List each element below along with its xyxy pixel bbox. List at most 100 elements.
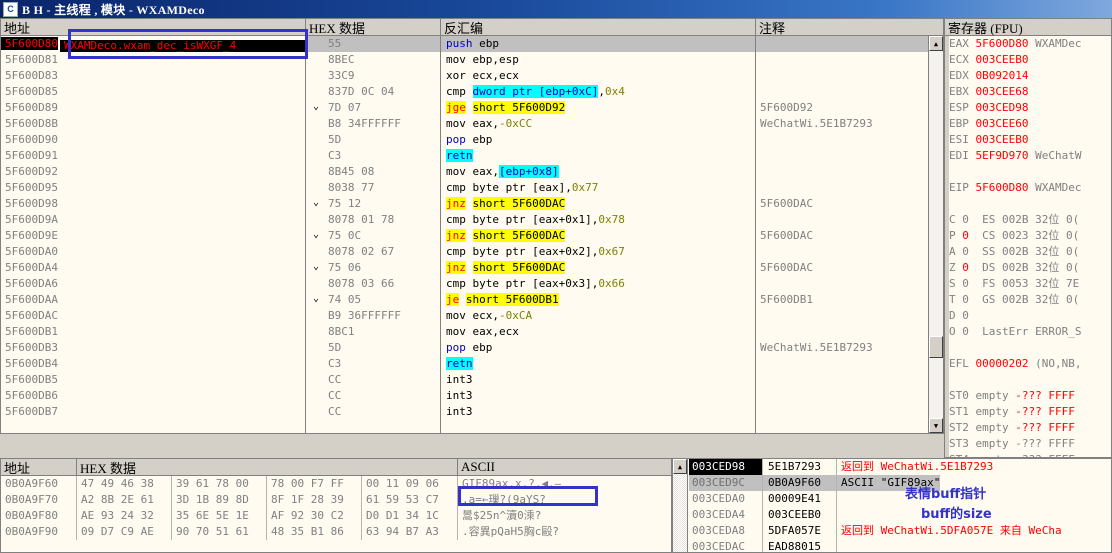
address-cell[interactable]: 5F600DB1 bbox=[1, 324, 305, 340]
flag-row-t[interactable]: T 0 GS 002B 32位 0( bbox=[949, 292, 1111, 308]
stack-scroll-up-icon[interactable]: ▲ bbox=[673, 459, 687, 474]
hex-cell[interactable]: 55 bbox=[306, 36, 440, 52]
registers-body[interactable]: EAX 5F600D80 WXAMDec ECX 003CEEB0 EDX 0B0… bbox=[945, 36, 1111, 457]
dump-row[interactable]: 0B0A9F70 A2 8B 2E 61 3D 1B 89 8D 8F 1F 28 3… bbox=[1, 492, 671, 508]
register-row-eax[interactable]: EAX 5F600D80 WXAMDec bbox=[949, 36, 1111, 52]
hex-cell[interactable]: ⌄ 7D 07 bbox=[306, 100, 440, 116]
flag-row-z[interactable]: Z 0 DS 002B 32位 0( bbox=[949, 260, 1111, 276]
hex-cell[interactable]: B9 36FFFFFF bbox=[306, 308, 440, 324]
disasm-cell[interactable]: pop ebp bbox=[441, 340, 755, 356]
stack-row[interactable]: 003CEDAC EAD88015 bbox=[689, 539, 1111, 552]
comment-cell[interactable] bbox=[756, 36, 928, 52]
register-spacer3[interactable] bbox=[949, 340, 1111, 356]
hex-column[interactable]: 55 8BEC 33C9 837D 0C 04 ⌄ 7D 07 B8 34FFFFFF 5D C… bbox=[306, 36, 440, 433]
stack-row[interactable]: 003CEDA8 5DFA057E 返回到 WeChatWi.5DFA057E 来自… bbox=[689, 523, 1111, 539]
register-row-esi[interactable]: ESI 003CEEB0 bbox=[949, 132, 1111, 148]
hex-cell[interactable]: 8B45 08 bbox=[306, 164, 440, 180]
hex-cell[interactable]: 8BC1 bbox=[306, 324, 440, 340]
scroll-up-icon[interactable]: ▲ bbox=[929, 36, 943, 51]
dump-row[interactable]: 0B0A9F60 47 49 46 38 39 61 78 00 78 00 F7 F… bbox=[1, 476, 671, 492]
disasm-cell[interactable]: cmp byte ptr [eax],0x77 bbox=[441, 180, 755, 196]
register-row-efl[interactable]: EFL 00000202 (NO,NB, bbox=[949, 356, 1111, 372]
address-cell[interactable]: 5F600D98 bbox=[1, 196, 305, 212]
flag-row-p[interactable]: P 0 CS 0023 32位 0( bbox=[949, 228, 1111, 244]
stack-row[interactable]: 003CED98 5E1B7293 返回到 WeChatWi.5E1B7293 bbox=[689, 459, 1111, 475]
address-cell[interactable]: 5F600D89 bbox=[1, 100, 305, 116]
address-cell[interactable]: 5F600DAA bbox=[1, 292, 305, 308]
register-row-edx[interactable]: EDX 0B092014 bbox=[949, 68, 1111, 84]
cpu-header-hex[interactable]: HEX 数据 bbox=[306, 18, 441, 36]
address-cell[interactable]: 5F600D85 bbox=[1, 84, 305, 100]
fpu-row-st1[interactable]: ST1 empty -??? FFFF bbox=[949, 404, 1111, 420]
hex-cell[interactable]: 8078 01 78 bbox=[306, 212, 440, 228]
address-cell[interactable]: 5F600D95 bbox=[1, 180, 305, 196]
disasm-cell[interactable]: jge short 5F600D92 bbox=[441, 100, 755, 116]
disasm-cell[interactable]: mov eax,-0xCC bbox=[441, 116, 755, 132]
hex-cell[interactable]: 8BEC bbox=[306, 52, 440, 68]
comment-cell[interactable] bbox=[756, 404, 928, 420]
fpu-row-st4[interactable]: ST4 empty -??? FFFF bbox=[949, 452, 1111, 457]
comment-cell[interactable] bbox=[756, 148, 928, 164]
cpu-header-address[interactable]: 地址 bbox=[1, 18, 306, 36]
register-row-edi[interactable]: EDI 5EF9D970 WeChatW bbox=[949, 148, 1111, 164]
hex-cell[interactable]: 5D bbox=[306, 340, 440, 356]
disasm-cell[interactable]: xor ecx,ecx bbox=[441, 68, 755, 84]
hex-cell[interactable]: 5D bbox=[306, 132, 440, 148]
flag-row-o[interactable]: O 0 LastErr ERROR_S bbox=[949, 324, 1111, 340]
dump-row[interactable]: 0B0A9F90 09 D7 C9 AE 90 70 51 61 48 35 B1 8… bbox=[1, 524, 671, 540]
disasm-cell[interactable]: mov ebp,esp bbox=[441, 52, 755, 68]
comment-cell[interactable] bbox=[756, 244, 928, 260]
comment-cell[interactable] bbox=[756, 164, 928, 180]
fpu-row-st0[interactable]: ST0 empty -??? FFFF bbox=[949, 388, 1111, 404]
disasm-cell[interactable]: int3 bbox=[441, 404, 755, 420]
hex-cell[interactable]: ⌄ 75 12 bbox=[306, 196, 440, 212]
hex-cell[interactable]: ⌄ 75 06 bbox=[306, 260, 440, 276]
address-cell[interactable]: 5F600DA0 bbox=[1, 244, 305, 260]
disasm-cell[interactable]: cmp byte ptr [eax+0x2],0x67 bbox=[441, 244, 755, 260]
address-cell[interactable]: 5F600DAC bbox=[1, 308, 305, 324]
register-spacer2[interactable] bbox=[949, 196, 1111, 212]
hex-cell[interactable]: B8 34FFFFFF bbox=[306, 116, 440, 132]
address-cell[interactable]: 5F600D92 bbox=[1, 164, 305, 180]
comment-cell[interactable]: 5F600D92 bbox=[756, 100, 928, 116]
dump-rows[interactable]: 0B0A9F60 47 49 46 38 39 61 78 00 78 00 F7 F… bbox=[1, 476, 671, 552]
dump-header-address[interactable]: 地址 bbox=[1, 458, 77, 476]
hex-cell[interactable]: CC bbox=[306, 372, 440, 388]
address-cell[interactable]: 5F600D8B bbox=[1, 116, 305, 132]
dump-row[interactable]: 0B0A9F80 AE 93 24 32 35 6E 5E 1E AF 92 30 C… bbox=[1, 508, 671, 524]
comment-cell[interactable] bbox=[756, 52, 928, 68]
disasm-cell[interactable]: mov eax,ecx bbox=[441, 324, 755, 340]
comment-cell[interactable] bbox=[756, 68, 928, 84]
cpu-vertical-scrollbar[interactable]: ▲ ▼ bbox=[928, 36, 943, 433]
dump-header-hex[interactable]: HEX 数据 bbox=[77, 458, 458, 476]
flag-row-c[interactable]: C 0 ES 002B 32位 0( bbox=[949, 212, 1111, 228]
comment-cell[interactable] bbox=[756, 324, 928, 340]
cpu-scroll-thumb[interactable] bbox=[929, 336, 943, 358]
cpu-header-comment[interactable]: 注释 bbox=[756, 19, 928, 36]
hex-cell[interactable]: 8078 02 67 bbox=[306, 244, 440, 260]
register-row-ebp[interactable]: EBP 003CEE60 bbox=[949, 116, 1111, 132]
comment-cell[interactable] bbox=[756, 308, 928, 324]
comment-cell[interactable]: WeChatWi.5E1B7293 bbox=[756, 116, 928, 132]
comment-cell[interactable]: 5F600DAC bbox=[756, 260, 928, 276]
hex-cell[interactable]: 8078 03 66 bbox=[306, 276, 440, 292]
address-column[interactable]: 5F600D80 5F600D81 5F600D83 5F600D85 5F600D89… bbox=[1, 36, 305, 433]
comment-column[interactable]: 5F600D92 WeChatWi.5E1B7293 5F600DAC 5F600DA… bbox=[756, 36, 928, 433]
address-cell[interactable]: 5F600DB6 bbox=[1, 388, 305, 404]
disasm-cell[interactable]: int3 bbox=[441, 388, 755, 404]
comment-cell[interactable] bbox=[756, 356, 928, 372]
cpu-header-disasm[interactable]: 反汇编 bbox=[441, 18, 756, 36]
scroll-down-icon[interactable]: ▼ bbox=[929, 418, 943, 433]
comment-cell[interactable]: 5F600DB1 bbox=[756, 292, 928, 308]
disasm-cell[interactable]: jnz short 5F600DAC bbox=[441, 260, 755, 276]
address-cell[interactable]: 5F600D91 bbox=[1, 148, 305, 164]
hex-cell[interactable]: ⌄ 75 0C bbox=[306, 228, 440, 244]
disasm-cell[interactable]: cmp byte ptr [eax+0x1],0x78 bbox=[441, 212, 755, 228]
hex-cell[interactable]: ⌄ 74 05 bbox=[306, 292, 440, 308]
address-cell[interactable]: 5F600DA6 bbox=[1, 276, 305, 292]
address-cell[interactable]: 5F600D83 bbox=[1, 68, 305, 84]
hex-cell[interactable]: 33C9 bbox=[306, 68, 440, 84]
register-row-eip[interactable]: EIP 5F600D80 WXAMDec bbox=[949, 180, 1111, 196]
comment-cell[interactable]: 5F600DAC bbox=[756, 228, 928, 244]
address-cell[interactable]: 5F600D90 bbox=[1, 132, 305, 148]
